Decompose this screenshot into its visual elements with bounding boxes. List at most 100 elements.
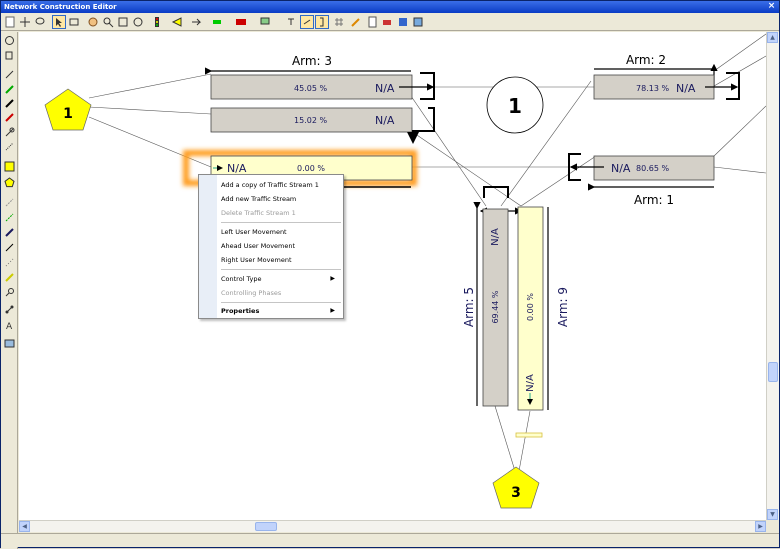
node-link-tool-icon[interactable] <box>4 304 15 315</box>
print-icon[interactable] <box>381 16 393 28</box>
node-circle-1[interactable]: 1 <box>486 76 544 134</box>
red-line-tool-icon[interactable] <box>4 112 15 123</box>
pentagon-label: 3 <box>511 485 521 501</box>
dotted-line-tool-icon[interactable] <box>4 141 15 152</box>
vertical-scroll-thumb[interactable] <box>768 362 778 382</box>
menu-item-controlling-phases: Controlling Phases <box>221 289 282 297</box>
scrollbar-corner <box>766 520 779 532</box>
traffic-stream-arm9[interactable]: 0.00 % N/A <box>515 206 544 438</box>
black-line-tool-icon[interactable] <box>4 98 15 109</box>
ellipse-tool-icon[interactable] <box>4 35 15 46</box>
traffic-stream-arm2[interactable]: 78.13 % N/A <box>593 72 740 100</box>
arm-tool-icon[interactable] <box>300 15 314 29</box>
pentagon-node-3[interactable]: 3 <box>492 466 540 509</box>
pentagon-node-1[interactable]: 1 <box>44 88 92 131</box>
horizontal-scrollbar[interactable]: ◀ ▶ <box>19 520 766 532</box>
probe-tool-icon[interactable] <box>4 287 15 298</box>
display-icon[interactable] <box>259 16 271 28</box>
pan-hand-icon[interactable] <box>87 16 99 28</box>
stream-value: N/A <box>611 162 631 175</box>
network-diagram: 1 1 3 Arm: 3 45.05 % N/A 15.02 % N/A N/A… <box>44 33 766 509</box>
network-construction-editor-window: Network Construction Editor × A 1 1 3 Ar… <box>0 0 780 549</box>
navy-line-tool-icon[interactable] <box>4 227 15 238</box>
menu-separator <box>221 269 341 270</box>
traffic-stream-arm1[interactable]: N/A 80.65 % <box>568 153 715 181</box>
refresh-icon[interactable] <box>132 16 144 28</box>
diagonal-tool-icon[interactable] <box>4 242 15 253</box>
menu-item-ahead-movement[interactable]: Ahead User Movement <box>221 240 339 252</box>
traffic-stream-arm3-lane2[interactable]: 15.02 % N/A <box>210 107 435 144</box>
menu-item-add-new-stream[interactable]: Add new Traffic Stream <box>221 193 339 205</box>
stop-line-marker <box>515 432 543 438</box>
red-bus-icon[interactable] <box>235 16 247 28</box>
new-icon[interactable] <box>4 16 16 28</box>
menu-item-add-copy[interactable]: Add a copy of Traffic Stream 1 <box>221 179 339 191</box>
page-icon[interactable] <box>366 16 378 28</box>
arm-1[interactable]: Arm: 1 <box>588 183 714 207</box>
text-label-tool-icon[interactable]: A <box>4 320 15 331</box>
connector-tool-icon[interactable] <box>4 127 15 138</box>
yellow-box-tool-icon[interactable] <box>4 161 15 172</box>
arm-3[interactable]: Arm: 3 <box>205 54 411 75</box>
rectangle-select-icon[interactable] <box>68 16 80 28</box>
link-arrow-icon[interactable] <box>191 16 203 28</box>
menu-item-left-movement[interactable]: Left User Movement <box>221 226 339 238</box>
stream-value: N/A <box>525 374 536 392</box>
stream-percentage: 80.65 % <box>636 164 669 173</box>
arm-label: Arm: 1 <box>634 193 674 207</box>
menu-item-properties[interactable]: Properties ▶ <box>221 305 339 317</box>
submenu-arrow-icon: ▶ <box>330 307 335 314</box>
image-tool-icon[interactable] <box>4 338 15 349</box>
lane-bracket <box>420 72 435 100</box>
pentagon-tool-icon[interactable] <box>4 177 15 188</box>
horizontal-scroll-thumb[interactable] <box>255 522 277 531</box>
zoom-icon[interactable] <box>102 16 114 28</box>
line-tool-icon[interactable] <box>4 69 15 80</box>
submenu-arrow-icon: ▶ <box>330 275 335 282</box>
menu-item-label: Control Type <box>221 275 262 283</box>
network-canvas[interactable]: 1 1 3 Arm: 3 45.05 % N/A 15.02 % N/A N/A… <box>19 32 766 520</box>
dotted-tool-icon[interactable] <box>4 257 15 268</box>
scroll-down-button[interactable]: ▼ <box>767 509 778 520</box>
arm-9[interactable]: Arm: 9 <box>547 207 570 410</box>
bracket-tool-icon[interactable] <box>315 15 329 29</box>
traffic-stream-arm5[interactable]: N/A 69.44 % <box>482 208 509 407</box>
stream-percentage: 45.05 % <box>294 84 327 93</box>
green-dash-tool-icon[interactable] <box>4 212 15 223</box>
scroll-left-button[interactable]: ◀ <box>19 521 30 532</box>
export-icon[interactable] <box>412 16 424 28</box>
give-way-icon[interactable] <box>171 16 183 28</box>
traffic-signal-icon[interactable] <box>151 16 163 28</box>
pentagon-label: 1 <box>63 106 73 122</box>
scroll-right-button[interactable]: ▶ <box>755 521 766 532</box>
lane-bracket <box>726 72 740 100</box>
arm-label: Arm: 2 <box>626 53 666 67</box>
copy-tool-icon[interactable] <box>4 50 15 61</box>
zoom-window-icon[interactable] <box>117 16 129 28</box>
text-tool-icon[interactable] <box>285 16 297 28</box>
move-icon[interactable] <box>19 16 31 28</box>
arm-5[interactable]: Arm: 5 <box>462 202 481 406</box>
traffic-stream-arm3-lane1[interactable]: 45.05 % N/A <box>210 72 435 100</box>
yellow-arrow-tool-icon[interactable] <box>4 272 15 283</box>
menu-item-delete-stream: Delete Traffic Stream 1 <box>221 209 296 217</box>
stream-percentage: 15.02 % <box>294 116 327 125</box>
save-icon[interactable] <box>397 16 409 28</box>
menu-item-control-type[interactable]: Control Type ▶ <box>221 273 339 285</box>
green-block-icon[interactable] <box>211 16 223 28</box>
stream-percentage: 0.00 % <box>297 164 325 173</box>
scroll-up-button[interactable]: ▲ <box>767 32 778 43</box>
menu-item-label: Properties <box>221 307 260 315</box>
pencil-icon[interactable] <box>350 16 362 28</box>
dash-tool-icon[interactable] <box>4 197 15 208</box>
left-toolbox: A <box>1 32 18 549</box>
arm-label: Arm: 3 <box>292 54 332 68</box>
green-line-tool-icon[interactable] <box>4 84 15 95</box>
grid-icon[interactable] <box>333 16 345 28</box>
vertical-scrollbar[interactable]: ▲ ▼ <box>766 32 779 520</box>
select-arrow-icon[interactable] <box>52 15 66 29</box>
menu-item-right-movement[interactable]: Right User Movement <box>221 254 339 266</box>
lasso-icon[interactable] <box>34 16 46 28</box>
stream-percentage: 78.13 % <box>636 84 669 93</box>
close-button[interactable]: × <box>767 2 776 11</box>
